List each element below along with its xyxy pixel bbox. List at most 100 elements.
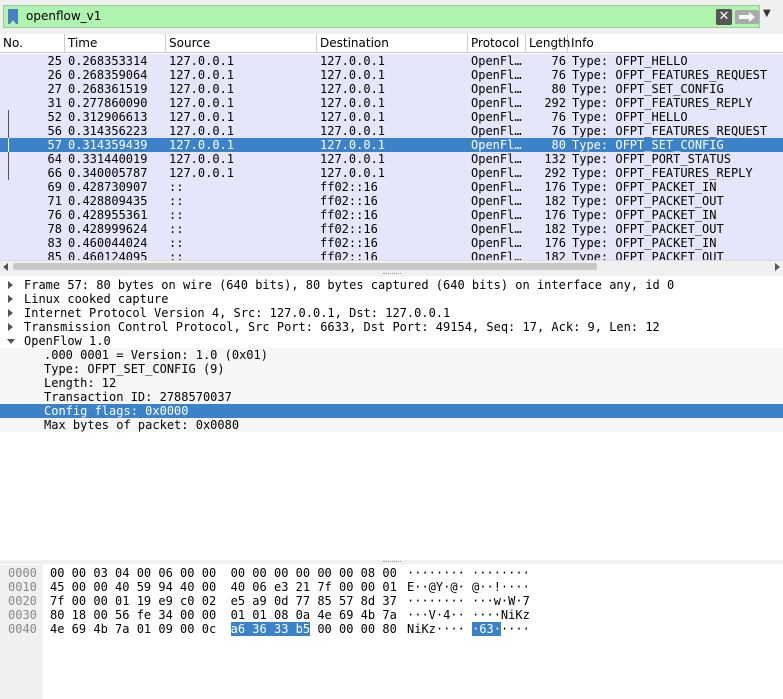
packet-no: 27 <box>47 82 62 96</box>
packet-row[interactable]: 64 0.331440019 127.0.0.1 127.0.0.1 OpenFl… 13… <box>0 152 783 166</box>
scroll-right-icon[interactable] <box>775 263 780 271</box>
packet-no: 69 <box>47 180 62 194</box>
packet-info: Type: OFPT_FEATURES_REPLY <box>572 166 753 180</box>
packet-protocol: OpenFl… <box>471 152 522 166</box>
ascii-group: ········ <box>472 566 530 580</box>
scroll-left-icon[interactable] <box>3 263 8 271</box>
hex-highlight: a6 36 33 b5 <box>230 622 311 636</box>
hex-group: 7f 00 00 01 19 e9 c0 02 <box>50 594 217 608</box>
column-time[interactable]: Time <box>65 34 166 53</box>
hex-bytes[interactable]: 80 18 00 56 fe 34 00 00 01 01 08 0a 4e 6… <box>50 608 397 622</box>
detail-protocol-node[interactable]: Frame 57: 80 bytes on wire (640 bits), 8… <box>0 278 783 292</box>
detail-protocol-node[interactable]: OpenFlow 1.0 <box>0 334 783 348</box>
column-info[interactable]: Info <box>568 34 783 53</box>
bookmark-icon[interactable] <box>8 9 18 24</box>
packet-row[interactable]: 83 0.460044024:: ff02::16 OpenFl… 176 Type: O… <box>0 236 783 250</box>
detail-field[interactable]: Type: OFPT_SET_CONFIG (9) <box>0 362 783 376</box>
packet-row[interactable]: 85 0.460124095:: ff02::16 OpenFl… 182 Type: O… <box>0 250 783 260</box>
packet-list-hscrollbar[interactable] <box>0 260 783 272</box>
display-filter-toolbar: openflow_v1 ✕ ▼ <box>0 0 783 34</box>
packet-bytes: 0000 00 00 03 04 00 06 00 00 00 00 00 00 … <box>0 565 783 699</box>
packet-row[interactable]: 66 0.340005787 127.0.0.1 127.0.0.1 OpenFl… 29… <box>0 166 783 180</box>
ascii-bytes[interactable]: ········ ········ <box>407 566 530 580</box>
packet-length: 76 <box>551 54 566 68</box>
pane-splitter[interactable] <box>0 272 783 276</box>
hex-bytes[interactable]: 45 00 00 40 59 94 40 00 40 06 e3 21 7f 0… <box>50 580 397 594</box>
packet-row[interactable]: 71 0.428809435:: ff02::16 OpenFl… 182 Type: O… <box>0 194 783 208</box>
packet-row[interactable]: 78 0.428999624:: ff02::16 OpenFl… 182 Type: O… <box>0 222 783 236</box>
related-packet-indicator <box>8 110 9 124</box>
detail-protocol-node[interactable]: Internet Protocol Version 4, Src: 127.0.… <box>0 306 783 320</box>
packet-row[interactable]: 56 0.314356223 127.0.0.1 127.0.0.1 OpenFl… 76… <box>0 124 783 138</box>
packet-protocol: OpenFl… <box>471 236 522 250</box>
packet-time: 0.268353314 <box>68 54 148 68</box>
packet-protocol: OpenFl… <box>471 194 522 208</box>
packet-row[interactable]: 31 0.277860090 127.0.0.1 127.0.0.1 OpenFl… 29… <box>0 96 783 110</box>
detail-field[interactable]: Config flags: 0x0000 <box>0 404 783 418</box>
detail-field[interactable]: Transaction ID: 2788570037 <box>0 390 783 404</box>
hex-bytes[interactable]: 00 00 03 04 00 06 00 00 00 00 00 00 00 0… <box>50 566 397 580</box>
detail-text: Type: OFPT_SET_CONFIG (9) <box>44 362 225 376</box>
byte-offset: 0030 <box>8 608 37 622</box>
chevron-down-icon[interactable]: ▼ <box>763 8 771 19</box>
packet-row[interactable]: 52 0.312906613 127.0.0.1 127.0.0.1 OpenFl… 76… <box>0 110 783 124</box>
column-length[interactable]: Length <box>526 34 570 53</box>
packet-destination: ff02::16 <box>320 250 378 260</box>
ascii-bytes[interactable]: NiKz···· ·63····· <box>407 622 530 636</box>
related-packet-indicator <box>8 166 9 180</box>
column-source[interactable]: Source <box>166 34 317 53</box>
column-no[interactable]: No. <box>0 34 65 53</box>
detail-protocol-node[interactable]: Linux cooked capture <box>0 292 783 306</box>
scrollbar-thumb[interactable] <box>13 263 597 270</box>
packet-no: 83 <box>47 236 62 250</box>
packet-source: 127.0.0.1 <box>169 82 235 96</box>
packet-info: Type: OFPT_PACKET_OUT <box>572 222 724 236</box>
detail-protocol-node[interactable]: Transmission Control Protocol, Src Port:… <box>0 320 783 334</box>
detail-field[interactable]: Max bytes of packet: 0x0080 <box>0 418 783 432</box>
packet-source: :: <box>169 236 184 250</box>
pane-splitter[interactable] <box>0 560 783 564</box>
hex-bytes[interactable]: 4e 69 4b 7a 01 09 00 0c a6 36 33 b5 00 0… <box>50 622 397 636</box>
packet-source: 127.0.0.1 <box>169 138 235 152</box>
packet-source: 127.0.0.1 <box>169 124 235 138</box>
packet-info: Type: OFPT_HELLO <box>572 54 688 68</box>
clear-icon[interactable]: ✕ <box>716 9 732 25</box>
expanded-arrow-icon[interactable] <box>7 339 15 344</box>
column-destination[interactable]: Destination <box>317 34 468 53</box>
column-protocol[interactable]: Protocol <box>468 34 526 53</box>
packet-protocol: OpenFl… <box>471 138 522 152</box>
arrow-right-icon[interactable] <box>735 10 759 24</box>
packet-row[interactable]: 76 0.428955361:: ff02::16 OpenFl… 176 Type: O… <box>0 208 783 222</box>
related-packet-indicator <box>8 124 9 138</box>
collapsed-arrow-icon[interactable] <box>8 281 13 289</box>
packet-destination: 127.0.0.1 <box>320 110 386 124</box>
ascii-bytes[interactable]: ········ ···w·W·7 <box>407 594 530 608</box>
packet-no: 25 <box>47 54 62 68</box>
packet-row[interactable]: 27 0.268361519 127.0.0.1 127.0.0.1 OpenFl… 80… <box>0 82 783 96</box>
packet-source: 127.0.0.1 <box>169 54 235 68</box>
packet-row[interactable]: 25 0.268353314 127.0.0.1 127.0.0.1 OpenFl… 76… <box>0 54 783 68</box>
packet-row[interactable]: 69 0.428730907:: ff02::16 OpenFl… 176 Type: O… <box>0 180 783 194</box>
packet-length: 176 <box>544 180 566 194</box>
packet-row[interactable]: 57 0.314359439 127.0.0.1 127.0.0.1 OpenFl… 80… <box>0 138 783 152</box>
packet-source: :: <box>169 208 184 222</box>
detail-field[interactable]: .000 0001 = Version: 1.0 (0x01) <box>0 348 783 362</box>
packet-destination: 127.0.0.1 <box>320 54 386 68</box>
collapsed-arrow-icon[interactable] <box>8 309 13 317</box>
collapsed-arrow-icon[interactable] <box>8 323 13 331</box>
packet-info: Type: OFPT_PACKET_OUT <box>572 194 724 208</box>
collapsed-arrow-icon[interactable] <box>8 295 13 303</box>
packet-info: Type: OFPT_FEATURES_REPLY <box>572 96 753 110</box>
display-filter-input[interactable]: openflow_v1 ✕ <box>3 5 760 28</box>
detail-text: Config flags: 0x0000 <box>44 404 189 418</box>
packet-no: 66 <box>47 166 62 180</box>
packet-length: 76 <box>551 124 566 138</box>
ascii-bytes[interactable]: E··@Y·@· @··!···· <box>407 580 530 594</box>
display-filter-value[interactable]: openflow_v1 <box>26 9 101 23</box>
detail-text: Length: 12 <box>44 376 117 390</box>
byte-offset: 0020 <box>8 594 37 608</box>
packet-row[interactable]: 26 0.268359064 127.0.0.1 127.0.0.1 OpenFl… 76… <box>0 68 783 82</box>
detail-field[interactable]: Length: 12 <box>0 376 783 390</box>
hex-bytes[interactable]: 7f 00 00 01 19 e9 c0 02 e5 a9 0d 77 85 5… <box>50 594 397 608</box>
ascii-bytes[interactable]: ···V·4·· ····NiKz <box>407 608 530 622</box>
